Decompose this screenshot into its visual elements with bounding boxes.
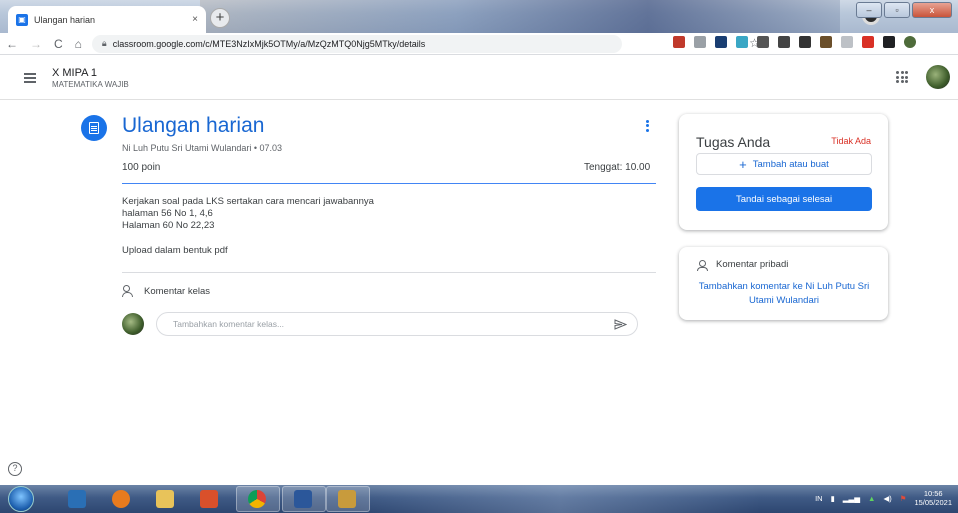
assignment-points: 100 poin <box>122 162 161 173</box>
hamburger-menu-icon[interactable] <box>24 71 36 85</box>
extension-icon[interactable] <box>757 36 769 48</box>
plus-icon: + <box>739 156 747 172</box>
instruction-line: halaman 56 No 1, 4,6 <box>122 208 213 219</box>
tabstrip-background <box>200 0 840 33</box>
tab-close-icon[interactable]: × <box>192 14 198 25</box>
windows-taskbar: IN ▮ ▂▃▅ ▲ ◀) ⚑ 10:56 15/05/2021 <box>0 485 958 513</box>
person-icon <box>697 259 708 271</box>
assignment-icon <box>81 115 107 141</box>
add-or-create-button[interactable]: + Tambah atau buat <box>696 153 872 175</box>
clock-date: 15/05/2021 <box>914 498 952 507</box>
clock-time: 10:56 <box>923 489 943 498</box>
address-bar[interactable]: 🔒︎ classroom.google.com/c/MTE3NzIxMjk5OT… <box>91 34 760 53</box>
private-comments-heading: Komentar pribadi <box>716 259 789 270</box>
people-icon <box>122 285 136 297</box>
class-comments-header: Komentar kelas <box>122 285 210 297</box>
extension-icon[interactable] <box>862 36 874 48</box>
signal-icon[interactable]: ▂▃▅ <box>843 494 860 503</box>
word-icon <box>294 490 312 508</box>
assignment-instructions: Kerjakan soal pada LKS sertakan cara men… <box>122 196 374 257</box>
system-tray: IN ▮ ▂▃▅ ▲ ◀) ⚑ 10:56 15/05/2021 <box>815 489 952 507</box>
taskbar-glow <box>360 485 760 513</box>
browser-nav: ← → C ⌂ <box>6 37 82 51</box>
send-icon[interactable] <box>614 319 627 330</box>
extension-icon[interactable] <box>736 36 748 48</box>
powerpoint-icon[interactable] <box>200 490 218 508</box>
back-arrow-icon[interactable]: ← <box>6 37 18 51</box>
add-private-comment-link[interactable]: Tambahkan komentar ke Ni Luh Putu Sri Ut… <box>693 280 875 308</box>
reload-icon[interactable]: C <box>54 37 63 51</box>
browser-tab[interactable]: ▣ Ulangan harian × <box>8 6 206 33</box>
extension-icon[interactable] <box>799 36 811 48</box>
add-button-label: Tambah atau buat <box>752 158 829 170</box>
instruction-note: Upload dalam bentuk pdf <box>122 245 228 256</box>
help-icon[interactable]: ? <box>8 462 22 476</box>
instruction-line: Halaman 60 No 22,23 <box>122 220 215 231</box>
maximize-button[interactable]: ▫ <box>884 2 910 18</box>
network-warning-icon[interactable]: ▲ <box>868 494 875 503</box>
extension-icon[interactable] <box>841 36 853 48</box>
minimize-button[interactable]: – <box>856 2 882 18</box>
extension-icon[interactable] <box>673 36 685 48</box>
status-badge: Tidak Ada <box>831 136 871 146</box>
classroom-appbar: X MIPA 1 MATEMATIKA WAJIB <box>0 56 958 100</box>
new-tab-button[interactable]: + <box>210 8 230 28</box>
window-close-button[interactable]: x <box>912 2 952 18</box>
mark-as-done-button[interactable]: Tandai sebagai selesai <box>696 187 872 211</box>
file-explorer-icon[interactable] <box>156 490 174 508</box>
extensions-bar <box>673 36 916 48</box>
comments-divider <box>122 272 656 273</box>
your-work-card: Tugas Anda Tidak Ada + Tambah atau buat … <box>679 114 888 230</box>
start-button[interactable] <box>8 486 34 512</box>
media-player-icon[interactable] <box>68 490 86 508</box>
header-divider <box>122 183 656 184</box>
extensions-puzzle-icon[interactable] <box>883 36 895 48</box>
browser-tab-title: Ulangan harian <box>34 14 96 25</box>
url-text: classroom.google.com/c/MTE3NzIxMjk5OTMy/… <box>112 38 426 49</box>
class-comment-input[interactable]: Tambahkan komentar kelas... <box>156 312 638 336</box>
action-center-flag-icon[interactable]: ⚑ <box>900 494 907 503</box>
your-work-heading: Tugas Anda <box>696 134 771 150</box>
volume-icon[interactable]: ◀) <box>883 494 891 503</box>
commenter-avatar <box>122 313 144 335</box>
chrome-icon <box>248 490 266 508</box>
instruction-line: Kerjakan soal pada LKS sertakan cara men… <box>122 196 374 207</box>
extension-icon[interactable] <box>820 36 832 48</box>
account-avatar[interactable] <box>926 65 950 89</box>
taskbar-clock[interactable]: 10:56 15/05/2021 <box>914 489 952 507</box>
class-name: X MIPA 1 <box>52 66 98 79</box>
class-title[interactable]: X MIPA 1 MATEMATIKA WAJIB <box>52 67 129 89</box>
classroom-favicon-icon: ▣ <box>16 13 28 26</box>
assignment-due: Tenggat: 10.00 <box>584 162 651 173</box>
lock-icon: 🔒︎ <box>101 38 107 48</box>
profile-avatar-icon[interactable] <box>904 36 916 48</box>
class-section: MATEMATIKA WAJIB <box>52 79 129 89</box>
browser-tabstrip: ▣ Ulangan harian × + – ▫ x <box>0 0 958 33</box>
extension-icon[interactable] <box>715 36 727 48</box>
language-indicator[interactable]: IN <box>815 494 823 503</box>
forward-arrow-icon[interactable]: → <box>30 37 42 51</box>
assignment-meta: Ni Luh Putu Sri Utami Wulandari • 07.03 <box>122 143 283 153</box>
window-controls: – ▫ x <box>856 2 952 18</box>
extension-icon[interactable] <box>778 36 790 48</box>
paint-icon <box>338 490 356 508</box>
assignment-title: Ulangan harian <box>122 114 265 137</box>
battery-icon[interactable]: ▮ <box>831 494 835 503</box>
private-comments-card: Komentar pribadi Tambahkan komentar ke N… <box>679 247 888 320</box>
extension-icon[interactable] <box>694 36 706 48</box>
class-comments-label: Komentar kelas <box>144 285 211 297</box>
more-options-icon[interactable] <box>646 118 650 133</box>
private-comments-header: Komentar pribadi <box>697 259 789 271</box>
home-icon[interactable]: ⌂ <box>75 37 82 51</box>
firefox-icon[interactable] <box>112 490 130 508</box>
comment-placeholder: Tambahkan komentar kelas... <box>173 319 285 329</box>
google-apps-icon[interactable] <box>896 71 908 83</box>
